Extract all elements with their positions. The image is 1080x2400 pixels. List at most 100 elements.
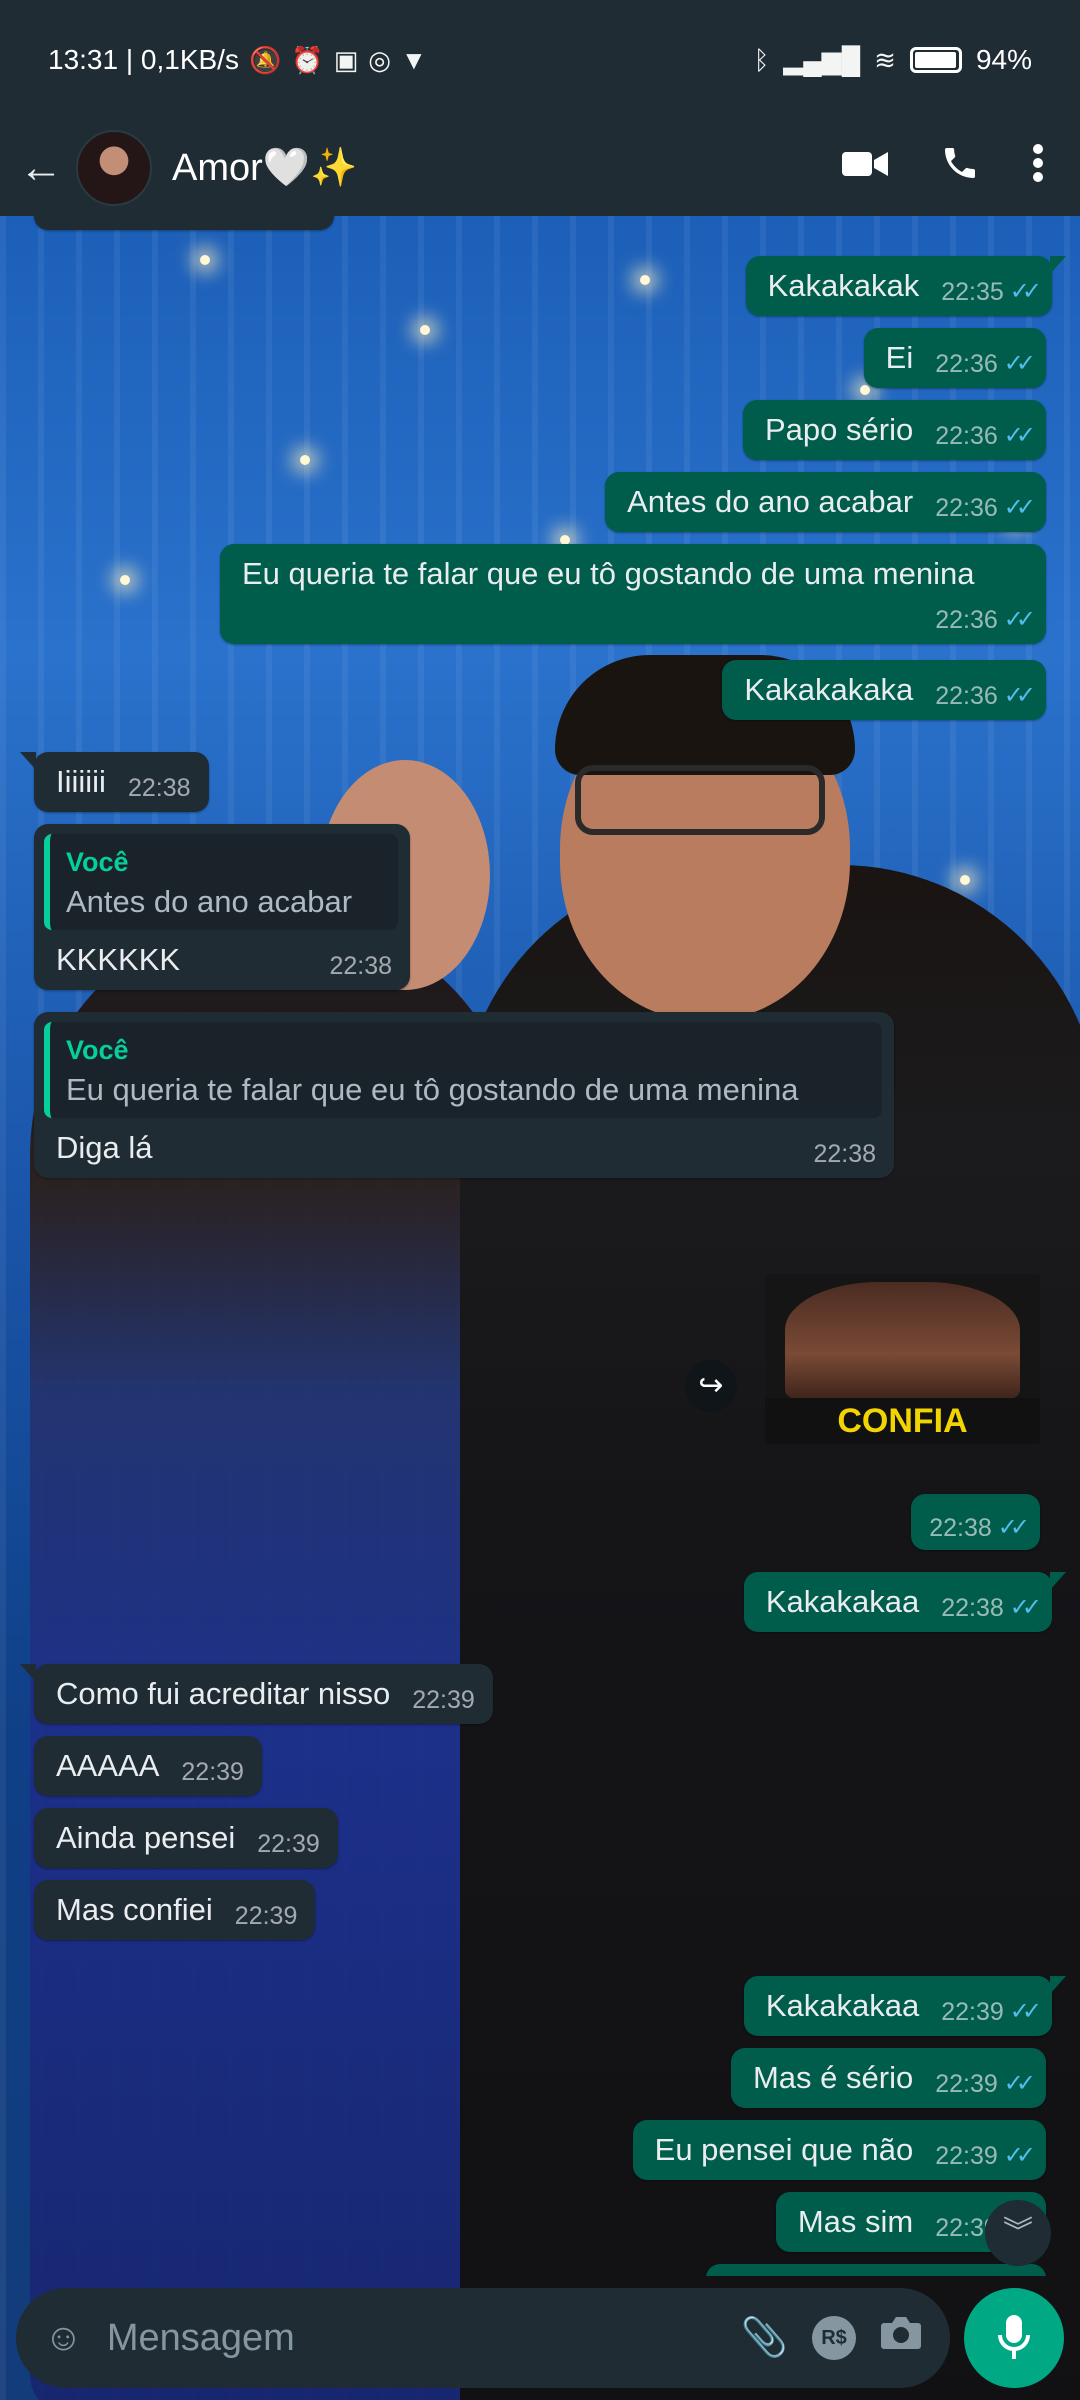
message-bubble[interactable]: AAAAA 22:39 — [34, 1736, 262, 1796]
previous-message[interactable] — [34, 216, 334, 230]
message-text: Diga lá — [56, 1130, 153, 1165]
double-check-icon: ✓✓ — [1003, 682, 1036, 709]
message-bubble[interactable]: Antes do ano acabar 22:36 ✓✓ — [605, 472, 1046, 532]
notification-icon: ▼ — [400, 44, 427, 75]
alarm-icon: ⏰ — [291, 44, 324, 75]
message-text: Antes do ano acabar — [627, 484, 914, 519]
battery-level: 94% — [975, 44, 1032, 75]
battery-icon — [909, 47, 962, 73]
message-time: 22:35 — [941, 278, 1004, 306]
composer: ☺ Mensagem 📎 R$ — [0, 2276, 1080, 2400]
message-text: Mas confiei — [56, 1892, 213, 1927]
double-check-icon: ✓✓ — [1009, 1594, 1042, 1621]
chat-area[interactable]: Kakakakak 22:35 ✓✓ Ei 22:36 ✓✓ Papo sério 22:… — [0, 216, 1080, 2276]
message-time: 22:36 — [935, 350, 998, 378]
message-text: Kakakakaka — [744, 672, 914, 707]
microphone-icon — [998, 2315, 1030, 2359]
message-bubble[interactable]: Eu queria te falar que eu tô gostando de… — [220, 544, 1046, 644]
payment-icon[interactable]: R$ — [812, 2316, 856, 2360]
message-text: Mas é sério — [752, 2060, 914, 2095]
message-time: 22:39 — [257, 1830, 320, 1858]
message-time: 22:38 — [929, 1514, 992, 1542]
sticker-face — [785, 1282, 1020, 1402]
arrow-left-icon[interactable]: ← — [16, 143, 66, 193]
message-time: 22:38 — [127, 774, 191, 802]
message-time: 22:39 — [935, 2070, 998, 2098]
message-bubble[interactable]: Mas confiei 22:39 — [34, 1880, 316, 1940]
message-time: 22:39 — [412, 1686, 475, 1714]
message-time: 22:39 — [941, 1998, 1004, 2026]
next-message[interactable] — [706, 2264, 1046, 2276]
message-time: 22:36 — [935, 682, 998, 710]
double-check-icon: ✓✓ — [997, 1514, 1030, 1541]
message-text: Ainda pensei — [56, 1820, 236, 1855]
bluetooth-icon: ᛒ — [753, 44, 770, 75]
wifi-icon: ≋ — [874, 44, 896, 75]
status-time: 13:31 | 0,1KB/s — [48, 44, 239, 75]
contact-avatar[interactable] — [76, 130, 152, 206]
chat-header: ← Amor🤍✨ — [0, 120, 1080, 216]
message-text: Ei — [885, 340, 914, 375]
double-check-icon: ✓✓ — [1009, 1998, 1042, 2025]
message-bubble[interactable]: Papo sério 22:36 ✓✓ — [743, 400, 1046, 460]
message-input[interactable]: Mensagem — [107, 2317, 717, 2360]
quote-author: Você — [66, 1035, 129, 1065]
double-check-icon: ✓✓ — [1009, 278, 1042, 305]
message-bubble[interactable]: Kakakakaa 22:39 ✓✓ — [743, 1976, 1067, 2036]
reply-message-bubble[interactable]: Você Antes do ano acabar KKKKKK 22:38 — [34, 824, 410, 990]
double-check-icon: ✓✓ — [1003, 2142, 1036, 2169]
double-check-icon: ✓✓ — [1003, 350, 1036, 377]
nfc-icon: ▣ — [333, 44, 359, 75]
message-time: 22:36 — [935, 494, 998, 522]
message-field[interactable]: ☺ Mensagem 📎 R$ — [16, 2288, 950, 2388]
message-text: Papo sério — [765, 412, 914, 447]
message-time: 22:39 — [935, 2142, 998, 2170]
forward-icon[interactable]: ↪ — [685, 1360, 737, 1412]
message-text: AAAAA — [56, 1748, 160, 1783]
reply-message-bubble[interactable]: Você Eu queria te falar que eu tô gostan… — [34, 1012, 894, 1178]
message-bubble[interactable]: Mas é sério 22:39 ✓✓ — [730, 2048, 1046, 2108]
quoted-message[interactable]: Você Eu queria te falar que eu tô gostan… — [44, 1022, 882, 1118]
message-time: 22:36 — [935, 606, 998, 634]
quote-text: Eu queria te falar que eu tô gostando de… — [66, 1072, 799, 1107]
sticker-caption: CONFIA — [765, 1398, 1040, 1444]
double-check-icon: ✓✓ — [1003, 606, 1036, 633]
quote-text: Antes do ano acabar — [66, 884, 353, 919]
message-time: 22:38 — [329, 952, 392, 980]
message-text: Eu queria te falar que eu tô gostando de… — [242, 556, 975, 591]
message-bubble[interactable]: Kakakakak 22:35 ✓✓ — [745, 256, 1067, 316]
message-bubble[interactable]: Como fui acreditar nisso 22:39 — [20, 1664, 493, 1724]
phone-icon[interactable] — [940, 143, 980, 193]
message-text: Iiiiiii — [56, 764, 106, 799]
quoted-message[interactable]: Você Antes do ano acabar — [44, 834, 398, 930]
mute-alarm-icon: 🔕 — [248, 44, 282, 75]
video-call-icon[interactable] — [842, 147, 888, 190]
message-text: KKKKKK — [56, 942, 181, 977]
double-check-icon: ✓✓ — [1003, 422, 1036, 449]
sticker-image[interactable]: CONFIA — [765, 1274, 1040, 1444]
camera-icon[interactable] — [880, 2315, 922, 2361]
emoji-icon[interactable]: ☺ — [44, 2317, 83, 2360]
message-time: 22:39 — [181, 1758, 244, 1786]
message-text: Como fui acreditar nisso — [56, 1676, 391, 1711]
message-bubble[interactable]: Ainda pensei 22:39 — [34, 1808, 338, 1868]
message-text: Kakakakak — [767, 268, 920, 303]
paperclip-icon[interactable]: 📎 — [741, 2316, 788, 2360]
double-check-icon: ✓✓ — [1003, 2070, 1036, 2097]
microphone-button[interactable] — [964, 2288, 1064, 2388]
message-text: Mas sim — [797, 2204, 914, 2239]
scroll-down-button[interactable]: ︾ — [985, 2200, 1051, 2266]
message-bubble[interactable]: Kakakakaka 22:36 ✓✓ — [722, 660, 1046, 720]
message-bubble[interactable]: Kakakakaa 22:38 ✓✓ — [743, 1572, 1067, 1632]
quote-author: Você — [66, 847, 129, 877]
contact-name[interactable]: Amor🤍✨ — [172, 146, 357, 190]
status-bar: 13:31 | 0,1KB/s 🔕 ⏰ ▣ ◎ ▼ ᛒ ▂▄▆█ ≋ 94% — [0, 0, 1080, 120]
message-time: 22:38 — [941, 1594, 1004, 1622]
chevron-down-icon: ︾ — [1003, 2216, 1033, 2249]
message-text: Kakakakaa — [765, 1584, 920, 1619]
more-vertical-icon[interactable] — [1032, 143, 1044, 193]
message-bubble[interactable]: Eu pensei que não 22:39 ✓✓ — [632, 2120, 1046, 2180]
message-bubble[interactable]: Iiiiiii 22:38 — [20, 752, 209, 812]
message-time: 22:36 — [935, 422, 998, 450]
message-bubble[interactable]: Ei 22:36 ✓✓ — [863, 328, 1046, 388]
